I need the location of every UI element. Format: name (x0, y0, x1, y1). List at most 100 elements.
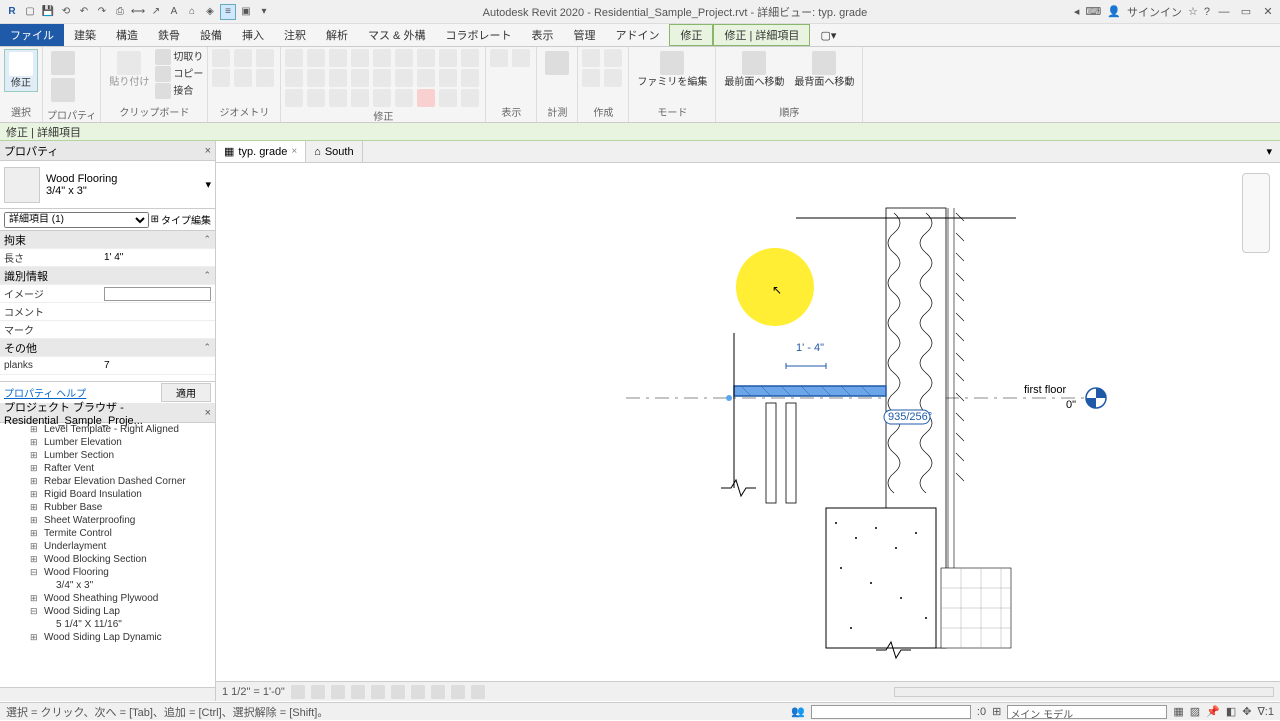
close-win-icon[interactable]: ▣ (238, 4, 254, 20)
scale-display[interactable]: 1 1/2" = 1'-0" (222, 686, 285, 698)
edit-type-button[interactable]: タイプ編集 (161, 212, 211, 227)
collaborate-tab[interactable]: コラボレート (435, 24, 521, 46)
steel-tab[interactable]: 鉄骨 (148, 24, 190, 46)
cut-button[interactable]: 切取り (173, 52, 203, 63)
prop-cat-other[interactable]: その他⌃ (0, 339, 215, 357)
massing-tab[interactable]: マス & 外構 (358, 24, 435, 46)
tree-item[interactable]: Wood Flooring (0, 566, 215, 579)
geom-tool-icon[interactable] (234, 49, 252, 67)
tree-item[interactable]: Rubber Base (0, 501, 215, 514)
browser-hscroll[interactable] (0, 687, 215, 701)
navigation-bar[interactable] (1242, 173, 1270, 253)
filter-icon[interactable]: ∇:1 (1257, 705, 1274, 718)
bring-front-button[interactable]: 最前面へ移動 (720, 49, 788, 90)
analyze-tab[interactable]: 解析 (316, 24, 358, 46)
properties-close-icon[interactable]: × (205, 145, 211, 157)
sync-icon[interactable]: ⟲ (58, 4, 74, 20)
addins-tab[interactable]: アドイン (605, 24, 669, 46)
vc-tool-icon[interactable] (471, 685, 485, 699)
select-links-icon[interactable]: ▦ (1173, 705, 1183, 718)
match-button[interactable]: 接合 (173, 86, 193, 97)
modify-tool-icon[interactable] (395, 89, 413, 107)
shadows-icon[interactable] (351, 685, 365, 699)
drawing-canvas[interactable]: ↖ first floor 0" (216, 163, 1280, 681)
modify-tool-icon[interactable] (461, 49, 479, 67)
geom-tool-icon[interactable] (212, 69, 230, 87)
edit-type-icon[interactable]: ⊞ (151, 214, 159, 225)
ribbon-toggle-icon[interactable]: ▢▾ (810, 24, 846, 46)
paste-button[interactable]: 貼り付け (105, 49, 153, 90)
modify-tab[interactable]: 修正 (669, 24, 713, 46)
type-dropdown-icon[interactable]: ▾ (205, 178, 211, 191)
insert-tab[interactable]: 挿入 (232, 24, 274, 46)
close-button[interactable]: ✕ (1260, 4, 1276, 20)
modify-tool-icon[interactable] (395, 69, 413, 87)
detail-level-icon[interactable] (291, 685, 305, 699)
workset-combo[interactable] (811, 705, 971, 719)
user-icon[interactable]: 👤 (1107, 5, 1121, 18)
prop-planks-value[interactable]: 7 (104, 360, 211, 371)
delete-icon[interactable] (417, 89, 435, 107)
tree-item[interactable]: Rafter Vent (0, 462, 215, 475)
copy-button[interactable]: コピー (173, 69, 203, 80)
modify-tool-icon[interactable] (329, 69, 347, 87)
prop-image-input[interactable] (104, 287, 211, 301)
prop-cat-constraints[interactable]: 拘束⌃ (0, 231, 215, 249)
signin-link[interactable]: サインイン (1127, 4, 1182, 20)
section-icon[interactable]: ◈ (202, 4, 218, 20)
view-hscroll[interactable] (894, 687, 1274, 697)
tree-item-child[interactable]: 3/4" x 3" (0, 579, 215, 592)
sun-path-icon[interactable] (331, 685, 345, 699)
modify-tool-icon[interactable] (285, 69, 303, 87)
instance-filter[interactable]: 詳細項目 (1) (4, 212, 149, 228)
scale-icon[interactable] (329, 89, 347, 107)
tree-item[interactable]: Rigid Board Insulation (0, 488, 215, 501)
file-tab[interactable]: ファイル (0, 24, 64, 46)
info-center-icon[interactable]: ◂ (1074, 5, 1080, 18)
view-tool-icon[interactable] (490, 49, 508, 67)
tree-item[interactable]: Wood Siding Lap (0, 605, 215, 618)
modify-tool-icon[interactable] (329, 49, 347, 67)
view-tab[interactable]: 表示 (521, 24, 563, 46)
dim-icon[interactable]: ↗ (148, 4, 164, 20)
rotate-icon[interactable] (307, 89, 325, 107)
modify-detail-tab[interactable]: 修正 | 詳細項目 (713, 24, 810, 46)
switch-win-icon[interactable]: ▾ (256, 4, 272, 20)
architecture-tab[interactable]: 建築 (64, 24, 106, 46)
create-tool-icon[interactable] (604, 69, 622, 87)
view-tab-menu-icon[interactable]: ▾ (1258, 141, 1280, 162)
modify-button[interactable]: 修正 (4, 49, 38, 92)
modify-tool-icon[interactable] (373, 69, 391, 87)
cut-icon[interactable] (155, 49, 171, 65)
undo-icon[interactable]: ↶ (76, 4, 92, 20)
redo-icon[interactable]: ↷ (94, 4, 110, 20)
prop-length-value[interactable]: 1' 4" (104, 252, 211, 263)
view-tool-icon[interactable] (512, 49, 530, 67)
modify-tool-icon[interactable] (417, 69, 435, 87)
modify-tool-icon[interactable] (351, 49, 369, 67)
copy-icon[interactable] (155, 66, 171, 82)
modify-tool-icon[interactable] (461, 69, 479, 87)
visual-style-icon[interactable] (311, 685, 325, 699)
tree-item[interactable]: Wood Blocking Section (0, 553, 215, 566)
modify-tool-icon[interactable] (351, 89, 369, 107)
favorites-icon[interactable]: ☆ (1188, 5, 1198, 18)
tree-item[interactable]: Level Template - Right Aligned (0, 423, 215, 436)
design-options-combo[interactable]: メイン モデル (1007, 705, 1167, 719)
text-icon[interactable]: A (166, 4, 182, 20)
tree-item[interactable]: Lumber Section (0, 449, 215, 462)
modify-tool-icon[interactable] (439, 69, 457, 87)
geom-tool-icon[interactable] (234, 69, 252, 87)
open-icon[interactable]: ▢ (22, 4, 38, 20)
move-icon[interactable] (285, 89, 303, 107)
modify-tool-icon[interactable] (439, 49, 457, 67)
modify-tool-icon[interactable] (285, 49, 303, 67)
view-tab-south[interactable]: ⌂South (306, 141, 362, 162)
crop-region-icon[interactable] (391, 685, 405, 699)
annotate-tab[interactable]: 注釈 (274, 24, 316, 46)
tree-item-child[interactable]: 5 1/4" X 11/16" (0, 618, 215, 631)
prop-cat-identity[interactable]: 識別情報⌃ (0, 267, 215, 285)
modify-tool-icon[interactable] (307, 49, 325, 67)
minimize-button[interactable]: — (1216, 4, 1232, 20)
tree-item[interactable]: Lumber Elevation (0, 436, 215, 449)
